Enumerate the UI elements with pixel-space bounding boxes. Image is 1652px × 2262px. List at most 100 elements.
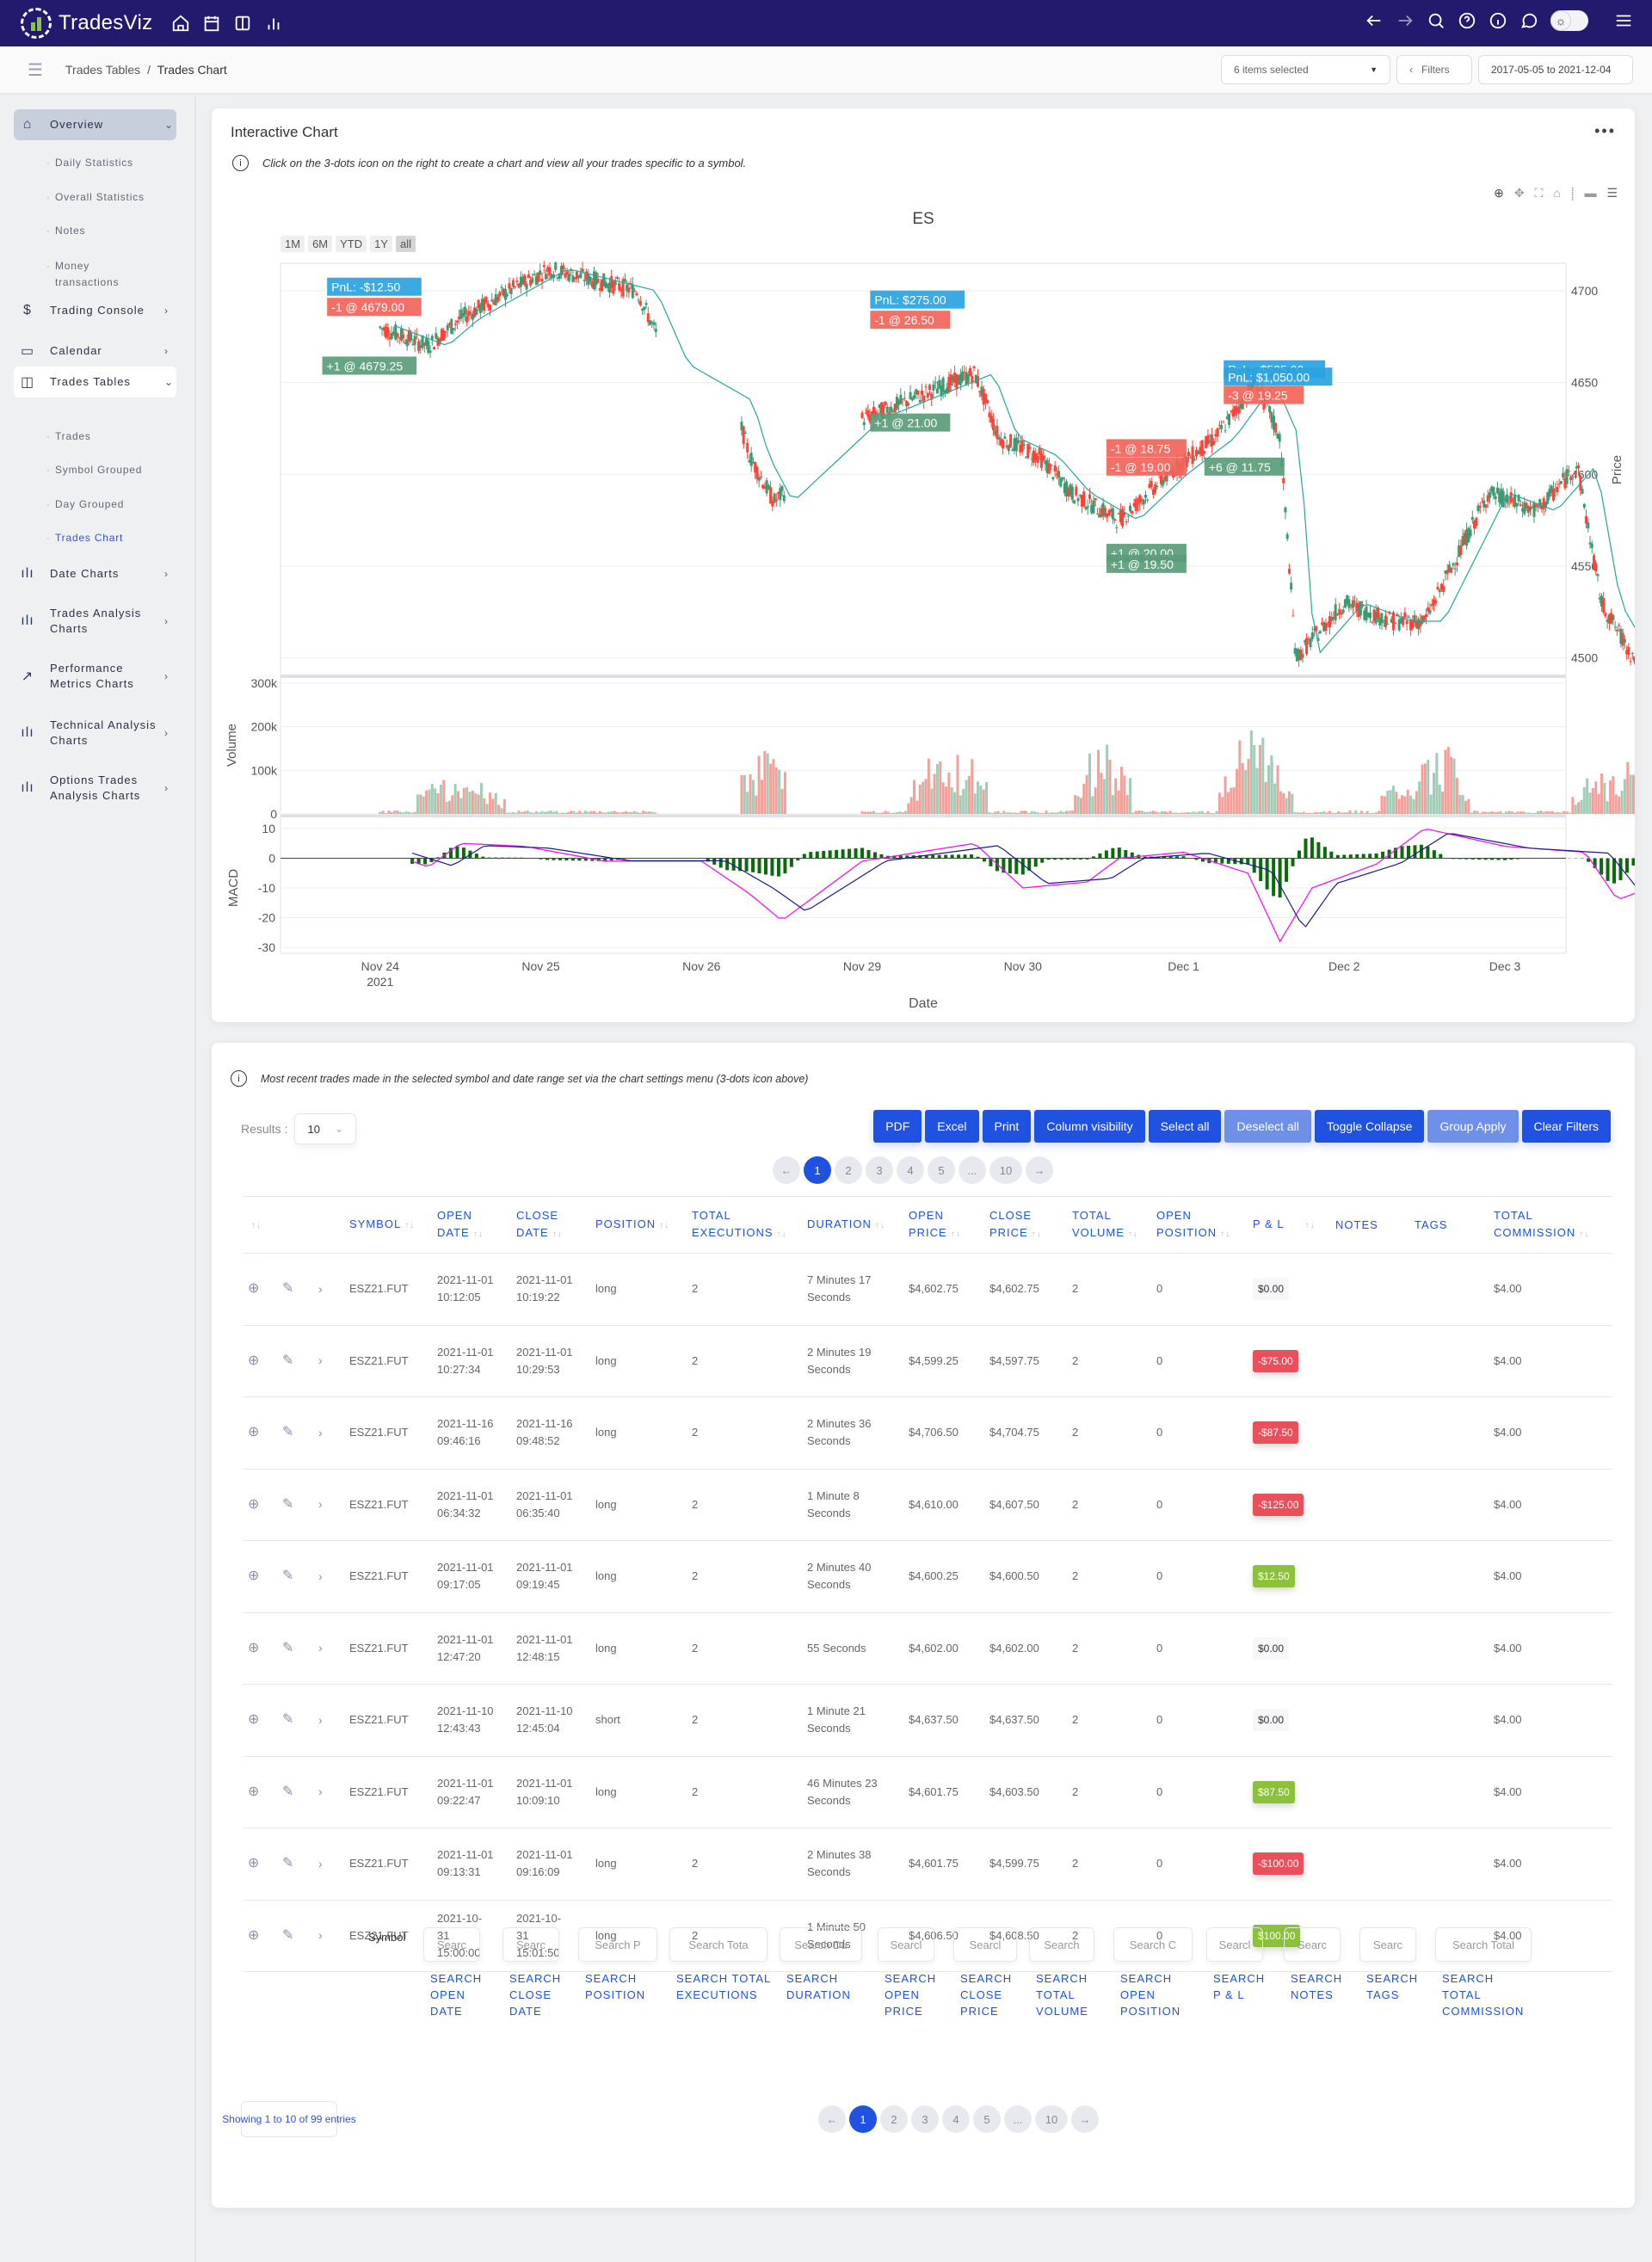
expand-row-cell[interactable]: › [313, 1396, 344, 1470]
date-range-picker[interactable]: 2017-05-05 to 2021-12-04 [1478, 55, 1633, 84]
logo[interactable]: TradesViz [21, 8, 152, 39]
search-input[interactable]: Search Du [780, 1927, 862, 1962]
select-trade-cell[interactable]: ⊕ [243, 1756, 277, 1828]
page-10-button[interactable]: 10 [1035, 2105, 1068, 2133]
select-trade-cell[interactable]: ⊕ [243, 1827, 277, 1901]
print-button[interactable]: Print [982, 1110, 1032, 1143]
edit-trade-cell[interactable]: ✎ [277, 1900, 313, 1972]
pencil-icon[interactable]: ✎ [282, 1497, 293, 1512]
page-1-button[interactable]: 1 [804, 1156, 831, 1184]
col-open-price[interactable]: OPEN PRICE ↑↓ [903, 1196, 984, 1254]
search-input[interactable]: Search Tota [669, 1927, 767, 1962]
filters-button[interactable]: ‹ Filters [1396, 55, 1472, 84]
col-open-date[interactable]: OPEN DATE ↑↓ [432, 1196, 511, 1254]
edit-trade-cell[interactable]: ✎ [277, 1540, 313, 1613]
page-4-button[interactable]: 4 [942, 2105, 970, 2133]
table-row[interactable]: ⊕ ✎ › ESZ21.FUT 2021-11-01 10:27:34 2021-11-0… [243, 1325, 1612, 1397]
prev-page-button[interactable]: ← [818, 2105, 846, 2133]
pencil-icon[interactable]: ✎ [282, 1281, 293, 1296]
chevron-right-icon[interactable]: › [318, 1282, 323, 1296]
search-input[interactable]: Searcl [1206, 1927, 1263, 1962]
pencil-icon[interactable]: ✎ [282, 1569, 293, 1583]
select-trade-cell[interactable]: ⊕ [243, 1540, 277, 1613]
chat-icon[interactable] [1519, 11, 1538, 30]
pencil-icon[interactable]: ✎ [282, 1928, 293, 1943]
col-close-price[interactable]: CLOSE PRICE ↑↓ [984, 1196, 1067, 1254]
pencil-icon[interactable]: ✎ [282, 1425, 293, 1439]
search-input[interactable]: Search P [578, 1927, 657, 1962]
search-input[interactable]: Searcl [953, 1927, 1017, 1962]
crosshair-icon[interactable]: ⊕ [248, 1856, 259, 1871]
page-5-button[interactable]: 5 [928, 1156, 955, 1184]
chevron-right-icon[interactable]: › [318, 1641, 323, 1655]
sidebar-sub-day-grouped[interactable]: Day Grouped [46, 496, 124, 513]
edit-trade-cell[interactable]: ✎ [277, 1325, 313, 1397]
table-row[interactable]: ⊕ ✎ › ESZ21.FUT 2021-11-16 09:46:16 2021-11-1… [243, 1396, 1612, 1470]
select-trade-cell[interactable]: ⊕ [243, 1325, 277, 1397]
edit-trade-cell[interactable]: ✎ [277, 1612, 313, 1685]
expand-row-cell[interactable]: › [313, 1827, 344, 1901]
select-all-button[interactable]: Select all [1148, 1110, 1222, 1143]
sidebar-item-overview[interactable]: ⌂ Overview ⌄ [14, 109, 176, 140]
sidebar-sub-trades[interactable]: Trades [46, 428, 91, 445]
table-row[interactable]: ⊕ ✎ › ESZ21.FUT 2021-11-01 12:47:20 2021-11-0… [243, 1612, 1612, 1685]
page-5-button[interactable]: 5 [973, 2105, 1001, 2133]
page-3-button[interactable]: 3 [866, 1156, 893, 1184]
sidebar-item-calendar[interactable]: ▭ Calendar › [14, 342, 176, 360]
info-icon[interactable] [1489, 11, 1507, 30]
col-total-commission[interactable]: TOTAL COMMISSION ↑↓ [1489, 1196, 1612, 1254]
search-input[interactable]: Searc [502, 1927, 559, 1962]
price-chart[interactable]: 45004550460046504700PricePnL: -$12.50-1 … [212, 108, 1635, 1022]
select-trade-cell[interactable]: ⊕ [243, 1900, 277, 1972]
search-input[interactable]: Searcl [878, 1927, 934, 1962]
select-trade-cell[interactable]: ⊕ [243, 1253, 277, 1326]
search-input[interactable]: Searc [1359, 1927, 1416, 1962]
page-1-button[interactable]: 1 [849, 2105, 877, 2133]
pencil-icon[interactable]: ✎ [282, 1856, 293, 1871]
search-input[interactable]: Search [1029, 1927, 1094, 1962]
chevron-right-icon[interactable]: › [318, 1784, 323, 1798]
forward-arrow-icon[interactable] [1396, 11, 1415, 30]
edit-trade-cell[interactable]: ✎ [277, 1469, 313, 1541]
toggle-collapse-button[interactable]: Toggle Collapse [1314, 1110, 1425, 1143]
pencil-icon[interactable]: ✎ [282, 1712, 293, 1727]
expand-row-cell[interactable]: › [313, 1684, 344, 1757]
calendar-icon[interactable] [202, 14, 221, 33]
next-page-button[interactable]: → [1026, 1156, 1053, 1184]
table-row[interactable]: ⊕ ✎ › ESZ21.FUT 2021-11-01 09:13:31 2021-11-0… [243, 1827, 1612, 1901]
expand-row-cell[interactable]: › [313, 1612, 344, 1685]
select-trade-cell[interactable]: ⊕ [243, 1469, 277, 1541]
select-trade-cell[interactable]: ⊕ [243, 1684, 277, 1757]
sidebar-item-trades-tables[interactable]: ◫ Trades Tables ⌄ [14, 367, 176, 398]
edit-trade-cell[interactable]: ✎ [277, 1756, 313, 1828]
page-10-button[interactable]: 10 [989, 1156, 1022, 1184]
next-page-button[interactable]: → [1071, 2105, 1099, 2133]
sidebar-sub-notes[interactable]: Notes [46, 223, 85, 239]
deselect-all-button[interactable]: Deselect all [1224, 1110, 1311, 1143]
chevron-right-icon[interactable]: › [318, 1713, 323, 1727]
group-apply-button[interactable]: Group Apply [1427, 1110, 1519, 1143]
col-symbol[interactable]: SYMBOL ↑↓ [344, 1196, 432, 1254]
pencil-icon[interactable]: ✎ [282, 1641, 293, 1655]
clear-filters-button[interactable]: Clear Filters [1521, 1110, 1611, 1143]
col-total-executions[interactable]: TOTAL EXECUTIONS ↑↓ [687, 1196, 802, 1254]
edit-trade-cell[interactable]: ✎ [277, 1827, 313, 1901]
crosshair-icon[interactable]: ⊕ [248, 1784, 259, 1799]
chevron-right-icon[interactable]: › [318, 1497, 323, 1511]
chevron-right-icon[interactable]: › [318, 1928, 323, 1942]
theme-toggle[interactable]: ☼ [1550, 10, 1588, 31]
sidebar-item-date-charts[interactable]: ılı Date Charts › [14, 566, 176, 582]
edit-trade-cell[interactable]: ✎ [277, 1253, 313, 1326]
expand-row-cell[interactable]: › [313, 1325, 344, 1397]
sidebar-sub-money-transactions[interactable]: Money transactions [46, 258, 133, 291]
crosshair-icon[interactable]: ⊕ [248, 1425, 259, 1439]
crosshair-icon[interactable]: ⊕ [248, 1712, 259, 1727]
home-icon[interactable] [171, 14, 190, 33]
sidebar-item-trading-console[interactable]: $ Trading Console › [14, 303, 176, 318]
columns-icon[interactable] [233, 14, 252, 33]
pencil-icon[interactable]: ✎ [282, 1784, 293, 1799]
table-row[interactable]: ⊕ ✎ › ESZ21.FUT 2021-11-01 10:12:05 2021-11-0… [243, 1253, 1612, 1326]
col-close-date[interactable]: CLOSE DATE ↑↓ [511, 1196, 590, 1254]
chevron-right-icon[interactable]: › [318, 1569, 323, 1583]
page-3-button[interactable]: 3 [911, 2105, 939, 2133]
